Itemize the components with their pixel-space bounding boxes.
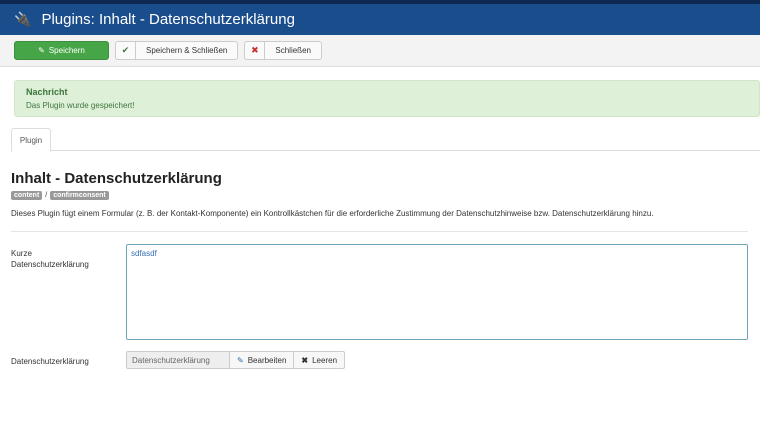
- page-header: 🔌 Plugins: Inhalt - Datenschutzerklärung: [0, 4, 760, 35]
- plugin-description: Dieses Plugin fügt einem Formular (z. B.…: [11, 209, 654, 218]
- edit-button[interactable]: ✎ Bearbeiten: [230, 351, 295, 369]
- edit-icon: ✎: [38, 46, 45, 55]
- save-close-button[interactable]: ✔ Speichern & Schließen: [115, 41, 239, 60]
- privacy-article-field: Datenschutzerklärung ✎ Bearbeiten ✖ Leeren: [126, 351, 346, 369]
- privacy-article-label: Datenschutzerklärung: [11, 357, 89, 366]
- save-label: Speichern: [48, 46, 85, 55]
- close-button[interactable]: ✖ Schließen: [244, 41, 322, 60]
- plugin-badges: content / confirmconsent: [11, 191, 109, 200]
- success-message: Nachricht Das Plugin wurde gespeichert!: [14, 80, 760, 117]
- save-close-label: Speichern & Schließen: [146, 46, 228, 55]
- message-title: Nachricht: [26, 87, 68, 97]
- save-button[interactable]: ✎ Speichern: [14, 41, 109, 60]
- divider: [11, 231, 748, 232]
- badge-group: content: [11, 191, 43, 200]
- badge-element: confirmconsent: [50, 191, 109, 200]
- check-icon: ✔: [116, 42, 136, 59]
- clear-button[interactable]: ✖ Leeren: [294, 351, 346, 369]
- close-label: Schließen: [275, 46, 311, 55]
- short-privacy-label: Kurze Datenschutzerklärung: [11, 248, 89, 270]
- close-circle-icon: ✖: [245, 42, 266, 59]
- page-title: Plugins: Inhalt - Datenschutzerklärung: [41, 11, 295, 28]
- short-privacy-label-line1: Kurze: [11, 249, 32, 258]
- badge-separator: /: [45, 192, 48, 199]
- short-privacy-textarea[interactable]: sdfasdf: [126, 244, 748, 340]
- tab-bar: Plugin: [11, 128, 760, 152]
- edit-label: Bearbeiten: [247, 355, 287, 365]
- message-text: Das Plugin wurde gespeichert!: [26, 101, 135, 110]
- plugin-title: Inhalt - Datenschutzerklärung: [11, 170, 222, 187]
- short-privacy-label-line2: Datenschutzerklärung: [11, 260, 89, 269]
- clear-label: Leeren: [312, 355, 338, 365]
- privacy-article-value: Datenschutzerklärung: [126, 351, 230, 369]
- edit-icon: ✎: [237, 355, 244, 365]
- toolbar: ✎ Speichern ✔ Speichern & Schließen ✖ Schli…: [0, 35, 760, 67]
- x-icon: ✖: [301, 355, 309, 365]
- tab-plugin[interactable]: Plugin: [11, 128, 51, 152]
- plug-icon: 🔌: [14, 11, 32, 27]
